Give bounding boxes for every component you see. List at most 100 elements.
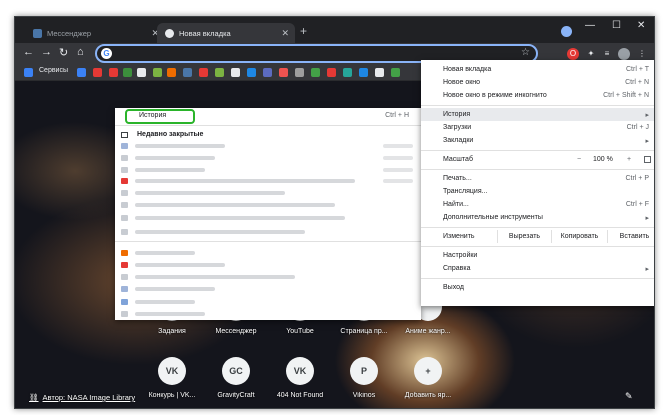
- tab-search-icon[interactable]: [561, 26, 572, 37]
- background-credit-link[interactable]: ⛓ Автор: NASA Image Library: [29, 393, 135, 402]
- shortcut-tile[interactable]: VK Конкурь | VK...: [140, 357, 204, 399]
- google-icon: G: [101, 48, 112, 59]
- site-favicon-icon: [121, 215, 128, 221]
- site-favicon-icon: [121, 202, 128, 208]
- bookmark-favicon-icon[interactable]: [295, 68, 304, 77]
- menu-find[interactable]: Найти... Ctrl + F: [421, 198, 654, 211]
- close-tab-icon[interactable]: ✕: [281, 28, 289, 39]
- new-tab-plus-icon[interactable]: +: [300, 24, 307, 38]
- shortcut-label: Страница пр...: [340, 328, 388, 335]
- menu-exit[interactable]: Выход: [421, 281, 654, 294]
- apps-grid-icon[interactable]: [24, 68, 33, 77]
- redacted-title: [135, 275, 295, 279]
- home-icon[interactable]: ⌂: [77, 46, 84, 58]
- shortcut-label: GravityCraft: [217, 392, 255, 399]
- site-favicon-icon: [121, 229, 128, 235]
- minimize-icon[interactable]: —: [585, 20, 595, 31]
- maximize-icon[interactable]: ☐: [612, 20, 621, 31]
- fullscreen-icon[interactable]: [644, 156, 651, 163]
- bookmark-favicon-icon[interactable]: [231, 68, 240, 77]
- bookmark-favicon-icon[interactable]: [77, 68, 86, 77]
- bookmark-favicon-icon[interactable]: [311, 68, 320, 77]
- puzzle-icon[interactable]: ✦: [585, 48, 597, 60]
- playlist-icon[interactable]: ≡: [601, 48, 613, 60]
- bookmark-favicon-icon[interactable]: [215, 68, 224, 77]
- site-favicon-icon: [121, 299, 128, 305]
- reload-icon[interactable]: ↻: [59, 46, 68, 59]
- copy-button[interactable]: Копировать: [551, 230, 607, 243]
- address-input[interactable]: [117, 47, 517, 60]
- bookmark-favicon-icon[interactable]: [279, 68, 288, 77]
- bookmark-favicon-icon[interactable]: [375, 68, 384, 77]
- bookmark-favicon-icon[interactable]: [199, 68, 208, 77]
- recently-closed-heading: Недавно закрытые: [137, 131, 204, 138]
- menu-new-window[interactable]: Новое окно Ctrl + N: [421, 76, 654, 89]
- close-window-icon[interactable]: ✕: [637, 20, 645, 31]
- tab-label: Новая вкладка: [179, 28, 231, 38]
- menu-downloads[interactable]: Загрузки Ctrl + J: [421, 121, 654, 134]
- menu-label: Изменить: [443, 233, 475, 240]
- history-shortcut: Ctrl + H: [385, 112, 409, 119]
- shortcut-tile[interactable]: GC GravityCraft: [204, 357, 268, 399]
- shortcut-tile[interactable]: P Vikinos: [332, 357, 396, 399]
- site-favicon-icon: [121, 178, 128, 184]
- bookmark-favicon-icon[interactable]: [183, 68, 192, 77]
- site-favicon-icon: [121, 286, 128, 292]
- bookmark-favicon-icon[interactable]: [343, 68, 352, 77]
- shortcut-icon: P: [350, 357, 378, 385]
- menu-label: Новая вкладка: [443, 66, 492, 73]
- tab-strip: Мессенджер ✕ Новая вкладка ✕ + — ☐ ✕: [15, 17, 654, 43]
- menu-label: Выход: [443, 284, 464, 291]
- menu-new-tab[interactable]: Новая вкладка Ctrl + T: [421, 63, 654, 76]
- bookmark-favicon-icon[interactable]: [137, 68, 146, 77]
- shortcut-label: Аниме жанр...: [405, 328, 451, 335]
- redacted-title: [135, 179, 355, 183]
- bookmark-favicon-icon[interactable]: [93, 68, 102, 77]
- shortcut-label: 404 Not Found: [276, 392, 324, 399]
- bookmark-favicon-icon[interactable]: [247, 68, 256, 77]
- menu-history[interactable]: История ▸: [421, 108, 654, 121]
- menu-label: Трансляция...: [443, 188, 488, 195]
- menu-cast[interactable]: Трансляция...: [421, 185, 654, 198]
- opera-icon[interactable]: O: [567, 48, 579, 60]
- menu-label: Масштаб: [443, 156, 473, 163]
- link-icon: ⛓: [29, 393, 39, 402]
- forward-icon[interactable]: →: [41, 46, 52, 58]
- zoom-in-button[interactable]: +: [627, 156, 631, 163]
- bookmark-favicon-icon[interactable]: [327, 68, 336, 77]
- cut-button[interactable]: Вырезать: [497, 230, 551, 243]
- paste-button[interactable]: Вставить: [607, 230, 654, 243]
- menu-bookmarks[interactable]: Закладки ▸: [421, 134, 654, 147]
- bookmark-favicon-icon[interactable]: [109, 68, 118, 77]
- redacted-title: [135, 263, 225, 267]
- menu-settings[interactable]: Настройки: [421, 249, 654, 262]
- bookmark-favicon-icon[interactable]: [359, 68, 368, 77]
- bookmark-star-icon[interactable]: ☆: [521, 47, 530, 58]
- browser-window: Мессенджер ✕ Новая вкладка ✕ + — ☐ ✕ ← →…: [14, 16, 655, 409]
- profile-avatar[interactable]: [618, 48, 630, 60]
- customize-pencil-icon[interactable]: ✎: [625, 391, 633, 402]
- zoom-out-button[interactable]: −: [577, 156, 581, 163]
- shortcut-tile[interactable]: + Добавить яр...: [396, 357, 460, 399]
- bookmark-favicon-icon[interactable]: [263, 68, 272, 77]
- tab-new-tab[interactable]: Новая вкладка ✕: [157, 23, 295, 43]
- bookmark-favicon-icon[interactable]: [123, 68, 132, 77]
- bookmark-services[interactable]: Сервисы: [39, 67, 68, 74]
- menu-shortcut: Ctrl + T: [625, 66, 649, 73]
- back-icon[interactable]: ←: [23, 46, 34, 58]
- redacted-shortcut: [383, 156, 413, 160]
- shortcut-icon: GC: [222, 357, 250, 385]
- bookmark-favicon-icon[interactable]: [153, 68, 162, 77]
- menu-print[interactable]: Печать... Ctrl + P: [421, 172, 654, 185]
- bookmark-favicon-icon[interactable]: [167, 68, 176, 77]
- menu-incognito[interactable]: Новое окно в режиме инкогнито Ctrl + Shif…: [421, 89, 654, 102]
- tab-messenger[interactable]: Мессенджер ✕: [25, 23, 165, 43]
- menu-label: Новое окно в режиме инкогнито: [443, 92, 547, 99]
- menu-help[interactable]: Справка ▸: [421, 262, 654, 275]
- shortcut-tile[interactable]: VK 404 Not Found: [268, 357, 332, 399]
- site-favicon-icon: [121, 250, 128, 256]
- menu-more-tools[interactable]: Дополнительные инструменты ▸: [421, 211, 654, 224]
- bookmark-favicon-icon[interactable]: [391, 68, 400, 77]
- kebab-menu-icon[interactable]: ⋮: [636, 48, 648, 60]
- divider: [421, 227, 654, 228]
